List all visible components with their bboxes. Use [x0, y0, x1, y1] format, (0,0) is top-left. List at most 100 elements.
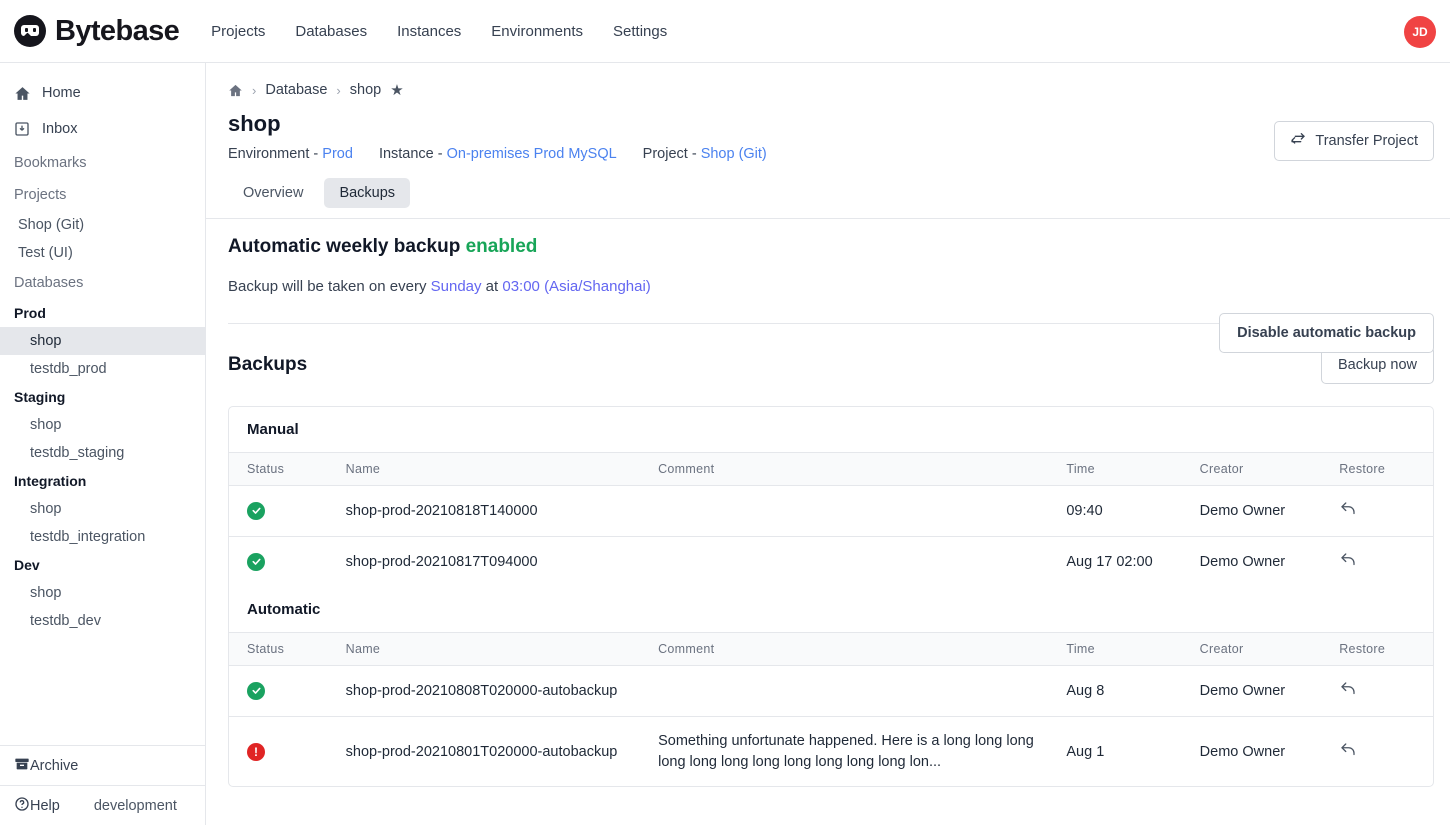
cell-status: [229, 666, 346, 717]
main-content: › Database › shop ★ shop Environment - P…: [206, 63, 1450, 825]
meta-project-value[interactable]: Shop (Git): [701, 146, 767, 162]
cell-status: [229, 537, 346, 588]
schedule-prefix: Backup will be taken on every: [228, 278, 431, 295]
sidebar-env-dev: Dev: [14, 557, 40, 573]
sidebar-item-inbox[interactable]: Inbox: [0, 111, 205, 147]
cell-creator: Demo Owner: [1199, 683, 1286, 699]
backups-panel: Automatic weekly backup enabled Backup w…: [206, 208, 1450, 788]
sidebar-db-prod-shop[interactable]: shop: [0, 327, 205, 355]
nav-item-instances[interactable]: Instances: [397, 23, 461, 40]
cell-comment: [658, 666, 1066, 717]
avatar[interactable]: JD: [1404, 16, 1436, 48]
table-header-automatic: Status Name Comment Time Creator Restore: [229, 632, 1433, 666]
cell-time: Aug 1: [1066, 743, 1105, 760]
meta-project-label: Project -: [642, 146, 701, 162]
sidebar-db-staging-shop[interactable]: shop: [0, 411, 205, 439]
brand-name: Bytebase: [55, 14, 180, 47]
help-icon[interactable]: [14, 796, 30, 816]
sidebar-item-home[interactable]: Home: [0, 75, 205, 111]
breadcrumb-home-icon[interactable]: [228, 83, 243, 98]
cell-name: shop-prod-20210808T020000-autobackup: [345, 683, 618, 699]
restore-icon[interactable]: [1339, 741, 1357, 763]
meta-instance-value[interactable]: On-premises Prod MySQL: [447, 146, 617, 162]
disable-automatic-backup-button[interactable]: Disable automatic backup: [1219, 313, 1434, 353]
backups-table-automatic: Status Name Comment Time Creator Restore: [229, 632, 1433, 786]
brand-logo[interactable]: Bytebase: [14, 14, 180, 48]
sidebar-item-archive[interactable]: Archive: [0, 745, 206, 785]
meta-environment-value[interactable]: Prod: [322, 146, 353, 162]
col-status: Status: [247, 642, 285, 656]
sidebar-item-project-test-ui[interactable]: Test (UI): [0, 239, 205, 267]
sidebar-item-inbox-label: Inbox: [42, 121, 78, 137]
sidebar-env-staging: Staging: [14, 389, 66, 405]
cell-time: Aug 17 02:00: [1066, 554, 1153, 570]
cell-restore: [1339, 666, 1433, 717]
cell-name: shop-prod-20210801T020000-autobackup: [345, 743, 618, 760]
cell-creator: Demo Owner: [1199, 743, 1286, 760]
sidebar: Home Inbox Bookmarks Projects Shop (Git)…: [0, 63, 206, 825]
sidebar-footer-help-row: Help development: [0, 785, 206, 825]
group-title-manual: Manual: [247, 421, 299, 438]
status-success-icon: [247, 501, 265, 520]
col-name: Name: [345, 642, 381, 656]
sidebar-db-integration-shop[interactable]: shop: [0, 495, 205, 523]
sidebar-db-staging-testdb[interactable]: testdb_staging: [0, 439, 205, 467]
cell-restore: [1339, 537, 1433, 588]
home-icon: [14, 85, 36, 102]
cell-creator: Demo Owner: [1199, 554, 1286, 570]
status-error-icon: !: [247, 742, 265, 761]
sidebar-db-dev-shop[interactable]: shop: [0, 579, 205, 607]
table-row[interactable]: shop-prod-20210818T140000 09:40 Demo Own…: [229, 486, 1433, 537]
sidebar-footer: Archive Help development: [0, 745, 206, 825]
cell-status: !: [229, 717, 346, 787]
tab-backups[interactable]: Backups: [324, 178, 411, 208]
restore-icon[interactable]: [1339, 551, 1357, 573]
col-comment: Comment: [658, 642, 715, 656]
schedule-time[interactable]: 03:00 (Asia/Shanghai): [502, 278, 650, 295]
meta-environment-label: Environment -: [228, 146, 323, 162]
nav-item-environments[interactable]: Environments: [491, 23, 583, 40]
bytebase-logo-icon: [14, 15, 46, 47]
transfer-project-button[interactable]: Transfer Project: [1274, 121, 1434, 161]
auto-backup-schedule: Backup will be taken on every Sunday at …: [228, 278, 1434, 295]
sidebar-help-label[interactable]: Help: [30, 798, 60, 814]
meta-environment: Environment - Prod: [228, 146, 353, 162]
backups-title: Backups: [228, 354, 308, 375]
transfer-icon: [1290, 131, 1306, 151]
nav-item-projects[interactable]: Projects: [211, 23, 265, 40]
restore-icon[interactable]: [1339, 500, 1357, 522]
meta-instance-label: Instance -: [378, 146, 447, 162]
schedule-mid: at: [481, 278, 503, 295]
primary-nav: Projects Databases Instances Environment…: [211, 23, 667, 40]
table-row[interactable]: shop-prod-20210808T020000-autobackup Aug…: [229, 666, 1433, 717]
cell-comment: Something unfortunate happened. Here is …: [658, 733, 1034, 770]
col-time: Time: [1066, 462, 1095, 476]
sidebar-db-integration-testdb[interactable]: testdb_integration: [0, 523, 205, 551]
tab-overview[interactable]: Overview: [228, 178, 318, 208]
cell-time: Aug 8: [1066, 683, 1105, 699]
table-header-manual: Status Name Comment Time Creator Restore: [229, 452, 1433, 486]
table-row[interactable]: shop-prod-20210817T094000 Aug 17 02:00 D…: [229, 537, 1433, 588]
sidebar-db-prod-testdb[interactable]: testdb_prod: [0, 355, 205, 383]
meta-instance: Instance - On-premises Prod MySQL: [379, 146, 617, 162]
sidebar-version-label: development: [93, 797, 177, 814]
inbox-icon: [14, 121, 36, 137]
page-title: shop: [228, 111, 281, 136]
cell-name: shop-prod-20210817T094000: [345, 554, 538, 570]
sidebar-item-project-shop-git[interactable]: Shop (Git): [0, 211, 205, 239]
sidebar-db-dev-testdb[interactable]: testdb_dev: [0, 607, 205, 635]
sidebar-section-databases: Databases: [14, 275, 84, 291]
status-success-icon: [247, 552, 265, 571]
star-icon[interactable]: ★: [390, 81, 403, 99]
tab-bar: Overview Backups: [228, 178, 1450, 208]
nav-item-settings[interactable]: Settings: [613, 23, 667, 40]
table-row[interactable]: ! shop-prod-20210801T020000-autobackup S…: [229, 717, 1433, 787]
sidebar-env-prod: Prod: [14, 305, 46, 321]
restore-icon[interactable]: [1339, 680, 1357, 702]
database-meta: Environment - Prod Instance - On-premise…: [228, 146, 1450, 162]
breadcrumb-database[interactable]: Database: [265, 82, 327, 98]
nav-item-databases[interactable]: Databases: [295, 23, 367, 40]
breadcrumb-current[interactable]: shop: [350, 82, 381, 98]
schedule-day[interactable]: Sunday: [431, 278, 482, 295]
cell-time: 09:40: [1066, 503, 1103, 519]
